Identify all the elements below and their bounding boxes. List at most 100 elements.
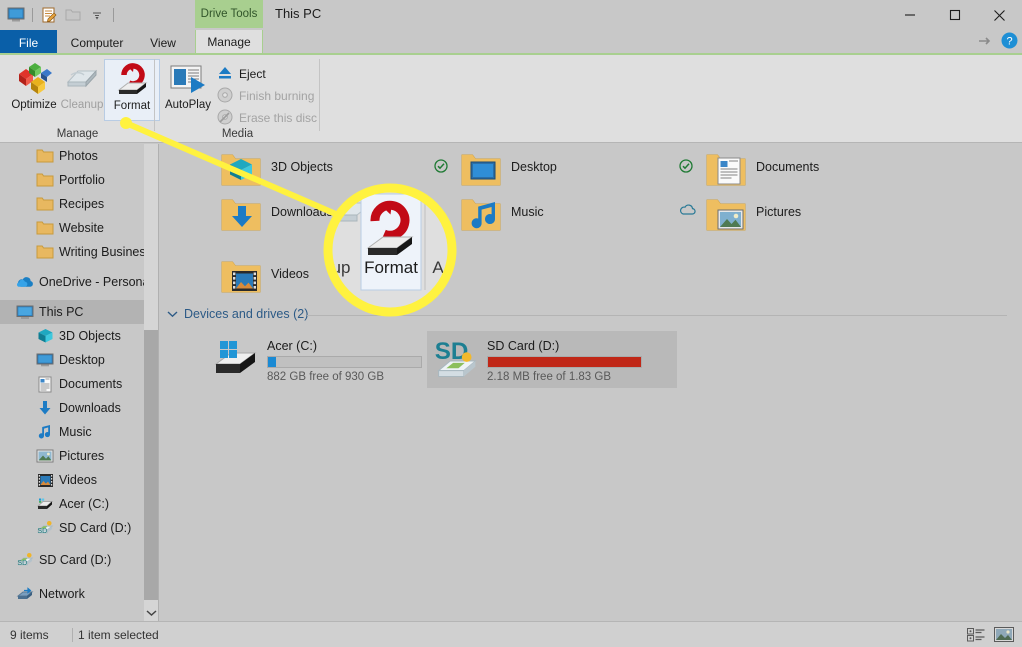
status-bar: 9 items 1 item selected bbox=[0, 621, 1022, 647]
finish-burning-button[interactable]: Finish burning bbox=[217, 85, 314, 107]
nav-scrollbar-thumb[interactable] bbox=[144, 330, 158, 600]
hdd-icon bbox=[36, 495, 54, 513]
sidebar-item-sd-card-d-root[interactable]: SD SD Card (D:) bbox=[0, 548, 152, 572]
folder-label: Desktop bbox=[511, 160, 557, 174]
sidebar-item-label: Downloads bbox=[59, 401, 121, 415]
title-bar: Drive Tools This PC bbox=[0, 0, 1022, 30]
drive-name: SD Card (D:) bbox=[487, 339, 642, 353]
status-cloud-icon bbox=[679, 204, 697, 219]
folder-item-documents[interactable]: Documents bbox=[704, 147, 819, 187]
tab-file[interactable]: File bbox=[0, 30, 57, 55]
folder-item-music[interactable]: Music bbox=[459, 192, 544, 232]
content-pane[interactable]: Devices and drives (2) 3D Objects Deskto… bbox=[159, 144, 1022, 621]
new-folder-icon[interactable] bbox=[63, 5, 83, 25]
sidebar-item-label: OneDrive - Personal bbox=[39, 275, 152, 289]
erase-disc-button[interactable]: Erase this disc bbox=[217, 107, 317, 129]
tab-computer[interactable]: Computer bbox=[61, 30, 133, 55]
svg-text:SD: SD bbox=[17, 559, 27, 567]
erase-disc-icon bbox=[217, 109, 233, 128]
sd-card-drive-icon: SD bbox=[427, 335, 487, 385]
tab-manage[interactable]: Manage bbox=[195, 30, 263, 55]
window-controls bbox=[887, 0, 1022, 30]
sidebar-item-website[interactable]: Website bbox=[0, 216, 152, 240]
folder-icon bbox=[36, 195, 54, 213]
sidebar-item-writing-business[interactable]: Writing Business bbox=[0, 240, 152, 264]
sidebar-item-photos[interactable]: Photos bbox=[0, 144, 152, 168]
large-icons-view-button[interactable] bbox=[994, 626, 1014, 644]
eject-button[interactable]: Eject bbox=[217, 63, 266, 85]
sidebar-item-downloads[interactable]: Downloads bbox=[0, 396, 152, 420]
svg-text:?: ? bbox=[1006, 36, 1012, 48]
desktop-folder-icon bbox=[459, 147, 503, 187]
drives-group-header[interactable]: Devices and drives (2) bbox=[167, 307, 308, 321]
svg-text:SD: SD bbox=[37, 527, 47, 535]
sidebar-item-portfolio[interactable]: Portfolio bbox=[0, 168, 152, 192]
sidebar-item-documents[interactable]: Documents bbox=[0, 372, 152, 396]
sidebar-item-label: Desktop bbox=[59, 353, 105, 367]
music-folder-icon bbox=[459, 192, 503, 232]
drive-item-sd-card-d[interactable]: SD SD Card (D:) 2.18 MB free of 1.83 GB bbox=[427, 331, 677, 388]
cleanup-icon bbox=[62, 59, 102, 99]
sidebar-item-videos[interactable]: Videos bbox=[0, 468, 152, 492]
navigation-pane[interactable]: Photos Portfolio Recipes Website Writing… bbox=[0, 144, 152, 621]
sidebar-item-recipes[interactable]: Recipes bbox=[0, 192, 152, 216]
folder-item-downloads[interactable]: Downloads bbox=[219, 192, 333, 232]
sidebar-item-label: Network bbox=[39, 587, 85, 601]
this-pc-icon bbox=[16, 303, 34, 321]
minimize-button[interactable] bbox=[887, 0, 932, 30]
sidebar-item-acer-c[interactable]: Acer (C:) bbox=[0, 492, 152, 516]
details-view-button[interactable] bbox=[966, 626, 986, 644]
sidebar-item-label: Acer (C:) bbox=[59, 497, 109, 511]
drive-item-acer-c[interactable]: Acer (C:) 882 GB free of 930 GB bbox=[207, 331, 457, 388]
folder-label: Documents bbox=[756, 160, 819, 174]
nav-scroll-down-button[interactable] bbox=[144, 605, 158, 621]
sidebar-item-desktop[interactable]: Desktop bbox=[0, 348, 152, 372]
erase-disc-label: Erase this disc bbox=[239, 111, 317, 125]
sidebar-item-onedrive-personal[interactable]: OneDrive - Personal bbox=[0, 270, 152, 294]
music-icon bbox=[36, 423, 54, 441]
folder-item-pictures[interactable]: Pictures bbox=[704, 192, 801, 232]
sidebar-item-label: Music bbox=[59, 425, 92, 439]
contextual-tab-header: Drive Tools bbox=[195, 0, 263, 28]
properties-icon[interactable] bbox=[39, 5, 59, 25]
this-pc-icon[interactable] bbox=[6, 5, 26, 25]
sidebar-item-sd-card-d-child[interactable]: SD SD Card (D:) bbox=[0, 516, 152, 540]
status-synced-icon bbox=[679, 159, 693, 176]
folder-icon bbox=[36, 171, 54, 189]
folder-item-desktop[interactable]: Desktop bbox=[459, 147, 557, 187]
sidebar-item-network[interactable]: Network bbox=[0, 582, 152, 606]
sidebar-item-3d-objects[interactable]: 3D Objects bbox=[0, 324, 152, 348]
sidebar-item-label: SD Card (D:) bbox=[39, 553, 111, 567]
cleanup-button[interactable]: Cleanup bbox=[54, 59, 110, 121]
tab-view[interactable]: View bbox=[139, 30, 187, 55]
autoplay-button[interactable]: AutoPlay bbox=[160, 59, 216, 121]
maximize-button[interactable] bbox=[932, 0, 977, 30]
nav-scrollbar[interactable] bbox=[144, 144, 158, 621]
status-selection: 1 item selected bbox=[78, 628, 159, 642]
format-button[interactable]: Format bbox=[104, 59, 160, 121]
close-button[interactable] bbox=[977, 0, 1022, 30]
collapse-ribbon-icon[interactable] bbox=[977, 35, 993, 50]
sidebar-item-label: Recipes bbox=[59, 197, 104, 211]
sidebar-item-label: Documents bbox=[59, 377, 122, 391]
drive-free-space: 2.18 MB free of 1.83 GB bbox=[487, 371, 642, 383]
sd-card-icon: SD bbox=[36, 519, 54, 537]
network-icon bbox=[16, 585, 34, 603]
ribbon-group-label-manage: Manage bbox=[0, 128, 155, 140]
ribbon: Optimize Cleanup bbox=[0, 55, 1022, 143]
drives-group-label: Devices and drives (2) bbox=[184, 307, 308, 321]
onedrive-icon bbox=[16, 273, 34, 291]
sidebar-item-label: Portfolio bbox=[59, 173, 105, 187]
sidebar-item-this-pc[interactable]: This PC bbox=[0, 300, 152, 324]
help-icon[interactable]: ? bbox=[1001, 32, 1018, 52]
customize-chevron-icon[interactable] bbox=[87, 5, 107, 25]
sidebar-item-music[interactable]: Music bbox=[0, 420, 152, 444]
sidebar-item-pictures[interactable]: Pictures bbox=[0, 444, 152, 468]
folder-item-3d-objects[interactable]: 3D Objects bbox=[219, 147, 333, 187]
folder-item-videos[interactable]: Videos bbox=[219, 254, 309, 294]
3d-objects-folder-icon bbox=[219, 147, 263, 187]
eject-label: Eject bbox=[239, 67, 266, 81]
chevron-down-icon bbox=[167, 307, 178, 321]
group-divider-media bbox=[319, 59, 320, 131]
burn-icon bbox=[217, 87, 233, 106]
